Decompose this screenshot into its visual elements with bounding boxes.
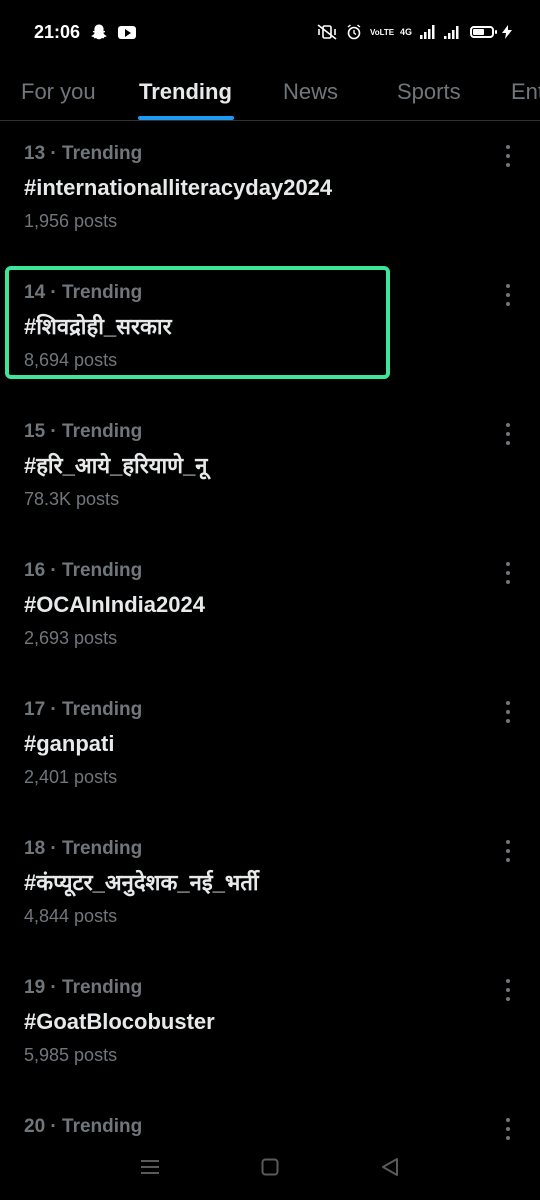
more-options-icon[interactable] <box>500 145 516 167</box>
tab-news[interactable]: News <box>283 64 338 120</box>
more-options-icon[interactable] <box>500 979 516 1001</box>
snapchat-icon <box>90 23 108 41</box>
back-icon[interactable] <box>379 1156 401 1178</box>
trend-rank: 17 · Trending <box>24 699 143 720</box>
status-bar: 21:06 VoLTE 4G <box>0 0 540 64</box>
trend-list: 13 · Trending #internationalliteracyday2… <box>0 121 540 1154</box>
trend-post-count: 1,956 posts <box>24 211 118 231</box>
trend-title: #कंप्यूटर_अनुदेशक_नई_भर्ती <box>24 870 259 895</box>
trend-item[interactable]: 19 · Trending #GoatBlocobuster 5,985 pos… <box>0 955 540 1094</box>
trend-post-count: 4,844 posts <box>24 906 118 926</box>
trend-rank: 16 · Trending <box>24 560 143 581</box>
battery-icon <box>470 26 497 38</box>
tab-bar: For you Trending News Sports Ent <box>0 64 540 121</box>
trend-item[interactable]: 16 · Trending #OCAInIndia2024 2,693 post… <box>0 538 540 677</box>
signal-icon-2 <box>444 25 462 39</box>
trend-post-count: 5,985 posts <box>24 1045 118 1065</box>
system-navigation-bar <box>0 1134 540 1200</box>
more-options-icon[interactable] <box>500 284 516 306</box>
more-options-icon[interactable] <box>500 840 516 862</box>
volte-label: VoLTE <box>369 27 395 37</box>
youtube-icon <box>118 25 137 39</box>
trend-rank: 18 · Trending <box>24 838 143 859</box>
trend-rank: 13 · Trending <box>24 143 143 164</box>
tab-entertainment[interactable]: Ent <box>511 64 540 120</box>
trend-post-count: 2,401 posts <box>24 767 118 787</box>
trend-item[interactable]: 17 · Trending #ganpati 2,401 posts <box>0 677 540 816</box>
tab-for-you[interactable]: For you <box>21 64 96 120</box>
trend-title: #हरि_आये_हरियाणे_नू <box>24 453 208 478</box>
trend-item[interactable]: 14 · Trending #शिवद्रोही_सरकार 8,694 pos… <box>0 260 540 399</box>
trend-title: #OCAInIndia2024 <box>24 592 205 617</box>
active-tab-indicator <box>138 116 234 120</box>
trend-item[interactable]: 15 · Trending #हरि_आये_हरियाणे_नू 78.3K … <box>0 399 540 538</box>
vibrate-mute-icon <box>316 24 338 40</box>
more-options-icon[interactable] <box>500 423 516 445</box>
recent-apps-icon[interactable] <box>139 1156 161 1178</box>
more-options-icon[interactable] <box>500 562 516 584</box>
trend-title: #शिवद्रोही_सरकार <box>24 314 172 339</box>
trend-title: #internationalliteracyday2024 <box>24 175 333 200</box>
trend-rank: 14 · Trending <box>24 282 143 303</box>
network-type-label: 4G <box>399 27 412 37</box>
trend-rank: 15 · Trending <box>24 421 143 442</box>
tab-trending[interactable]: Trending <box>139 64 232 120</box>
trend-post-count: 2,693 posts <box>24 628 118 648</box>
charging-icon <box>502 25 512 39</box>
home-icon[interactable] <box>259 1156 281 1178</box>
trend-item[interactable]: 13 · Trending #internationalliteracyday2… <box>0 121 540 260</box>
trend-post-count: 78.3K posts <box>24 489 120 509</box>
signal-icon <box>420 25 436 39</box>
tab-sports[interactable]: Sports <box>397 64 461 120</box>
trend-item[interactable]: 18 · Trending #कंप्यूटर_अनुदेशक_नई_भर्ती… <box>0 816 540 955</box>
trend-rank: 19 · Trending <box>24 977 143 998</box>
more-options-icon[interactable] <box>500 701 516 723</box>
trend-title: #ganpati <box>24 731 115 756</box>
trend-post-count: 8,694 posts <box>24 350 118 370</box>
trend-title: #GoatBlocobuster <box>24 1009 215 1034</box>
alarm-icon <box>346 24 362 40</box>
status-time: 21:06 <box>34 21 81 42</box>
